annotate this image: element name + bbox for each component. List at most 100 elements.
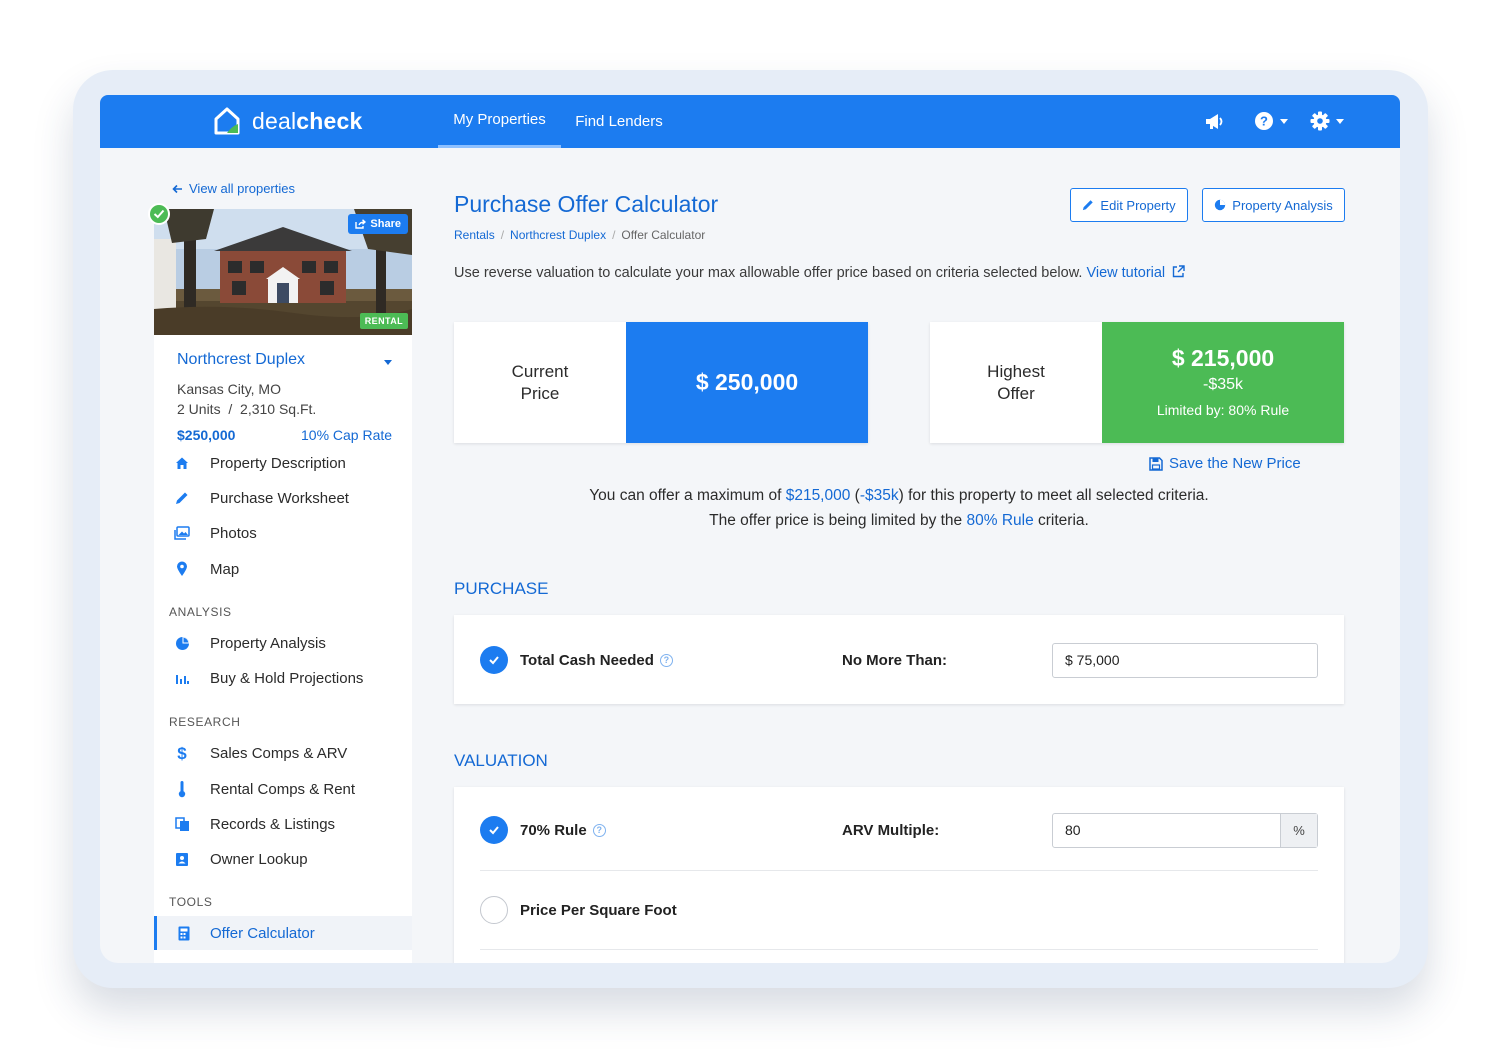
breadcrumb: Rentals / Northcrest Duplex / Offer Calc… <box>454 228 705 242</box>
breadcrumb-property[interactable]: Northcrest Duplex <box>510 228 606 242</box>
sidebar-item-buy-hold-projections[interactable]: Buy & Hold Projections <box>154 661 412 695</box>
photos-icon <box>154 526 210 540</box>
help-circle-icon[interactable]: ? <box>659 653 673 667</box>
property-sidebar: Share RENTAL Northcrest Duplex Kansas Ci… <box>154 209 412 963</box>
total-cash-needed-input[interactable]: $ 75,000 <box>1052 642 1318 678</box>
percent-addon: % <box>1280 813 1317 847</box>
analysis-heading: ANALYSIS <box>169 605 232 619</box>
pencil-icon <box>154 491 210 505</box>
bar-chart-icon <box>154 672 210 685</box>
row-divider <box>480 870 1318 871</box>
sidebar-item-sales-comps[interactable]: $ Sales Comps & ARV <box>154 736 412 770</box>
property-analysis-button[interactable]: Property Analysis <box>1202 188 1345 222</box>
contact-book-icon <box>154 852 210 867</box>
research-heading: RESEARCH <box>169 715 241 729</box>
view-all-properties-link[interactable]: View all properties <box>172 181 295 196</box>
current-price-value-box: $ 250,000 <box>626 322 868 443</box>
rental-badge: RENTAL <box>359 313 408 329</box>
current-price-caption: Current Price <box>511 361 569 403</box>
verified-check-icon <box>148 203 170 225</box>
property-photo[interactable]: Share RENTAL <box>154 209 412 335</box>
home-icon <box>154 456 210 470</box>
share-button[interactable]: Share <box>348 214 408 234</box>
sidebar-item-purchase-worksheet[interactable]: Purchase Worksheet <box>154 481 412 515</box>
summary-delta: -$35k <box>859 487 899 504</box>
page-title: Purchase Offer Calculator <box>454 191 719 217</box>
announcements-button[interactable] <box>1204 109 1226 133</box>
gear-icon <box>1310 111 1330 131</box>
megaphone-icon <box>1206 114 1223 129</box>
seventy-percent-rule-row: 70% Rule ? ARV Multiple: 80 % <box>480 805 1318 855</box>
total-cash-needed-label: Total Cash Needed ? <box>520 652 673 669</box>
price-per-square-foot-label: Price Per Square Foot <box>520 901 677 919</box>
logo-house-icon <box>214 107 240 135</box>
intro-text: Use reverse valuation to calculate your … <box>454 265 1185 281</box>
total-cash-needed-row: Total Cash Needed ? No More Than: $ 75,0… <box>480 635 1318 685</box>
thermometer-icon <box>154 780 210 798</box>
property-name[interactable]: Northcrest Duplex <box>177 351 305 369</box>
property-size: 2 Units / 2,310 Sq.Ft. <box>177 401 317 417</box>
summary-line-1: You can offer a maximum of $215,000 (-$3… <box>589 487 1209 504</box>
arv-multiple-input[interactable]: 80 % <box>1052 812 1318 848</box>
help-icon: ? <box>1255 112 1273 130</box>
settings-menu-button[interactable] <box>1310 109 1344 133</box>
highest-offer-value: $ 215,000 <box>1171 344 1275 371</box>
top-navbar: dealcheck My Properties Find Lenders ? <box>100 95 1400 148</box>
breadcrumb-rentals[interactable]: Rentals <box>454 228 495 242</box>
highest-offer-card: Highest Offer $ 215,000 -$35k Limited by… <box>930 322 1344 443</box>
sidebar-item-property-analysis[interactable]: Property Analysis <box>154 626 412 660</box>
breadcrumb-separator: / <box>500 228 505 242</box>
purchase-section-title: PURCHASE <box>454 579 549 598</box>
sidebar-item-owner-lookup[interactable]: Owner Lookup <box>154 842 412 876</box>
seventy-percent-rule-label: 70% Rule ? <box>520 822 606 839</box>
pie-chart-icon <box>154 636 210 651</box>
dollar-icon: $ <box>154 745 210 762</box>
tab-find-lenders[interactable]: Find Lenders <box>570 95 668 148</box>
current-price-card: Current Price $ 250,000 <box>454 322 868 443</box>
property-location: Kansas City, MO <box>177 381 281 397</box>
check-icon <box>489 656 499 665</box>
sidebar-item-map[interactable]: Map <box>154 552 412 586</box>
sidebar-item-offer-calculator[interactable]: Offer Calculator <box>154 916 412 950</box>
external-link-icon <box>1172 265 1185 278</box>
chevron-down-icon <box>1336 118 1344 124</box>
highest-offer-value-box: $ 215,000 -$35k Limited by: 80% Rule <box>1102 322 1344 443</box>
row-divider <box>480 949 1318 950</box>
floppy-disk-icon <box>1149 456 1163 471</box>
summary-line-2: The offer price is being limited by the … <box>709 512 1089 529</box>
summary-amount-link[interactable]: $215,000 <box>786 487 851 504</box>
sidebar-item-rental-comps[interactable]: Rental Comps & Rent <box>154 772 412 806</box>
edit-property-button[interactable]: Edit Property <box>1070 188 1188 222</box>
records-icon <box>154 816 210 832</box>
help-circle-icon[interactable]: ? <box>592 823 606 837</box>
pie-chart-icon <box>1215 199 1226 211</box>
valuation-criteria-card: 70% Rule ? ARV Multiple: 80 % Price Per … <box>454 787 1344 963</box>
arrow-left-icon <box>172 184 182 193</box>
share-icon <box>355 219 367 229</box>
highest-offer-limit: Limited by: 80% Rule <box>1156 401 1290 418</box>
app-screen: dealcheck My Properties Find Lenders ? V… <box>100 95 1400 963</box>
price-per-square-foot-row: Price Per Square Foot <box>480 885 1318 935</box>
highest-offer-caption: Highest Offer <box>987 361 1045 403</box>
limiting-rule-link[interactable]: 80% Rule <box>966 512 1033 529</box>
brand-logo[interactable]: dealcheck <box>212 105 363 137</box>
tools-heading: TOOLS <box>169 895 213 909</box>
purchase-criteria-card: Total Cash Needed ? No More Than: $ 75,0… <box>454 615 1344 704</box>
tab-my-properties[interactable]: My Properties <box>438 95 561 148</box>
current-price-value: $ 250,000 <box>695 369 799 395</box>
sidebar-item-property-description[interactable]: Property Description <box>154 446 412 480</box>
valuation-section-title: VALUATION <box>454 751 548 770</box>
price-per-square-foot-checkbox[interactable] <box>480 896 508 924</box>
save-new-price-link[interactable]: Save the New Price <box>1149 455 1301 472</box>
highest-offer-delta: -$35k <box>1202 375 1244 393</box>
help-menu-button[interactable]: ? <box>1254 109 1288 133</box>
total-cash-needed-checkbox[interactable] <box>480 646 508 674</box>
seventy-percent-rule-checkbox[interactable] <box>480 816 508 844</box>
sidebar-item-photos[interactable]: Photos <box>154 516 412 550</box>
svg-text:?: ? <box>1260 114 1268 129</box>
chevron-down-icon <box>1280 118 1288 124</box>
chevron-down-icon[interactable] <box>384 360 392 365</box>
no-more-than-label: No More Than: <box>842 651 947 669</box>
sidebar-item-records-listings[interactable]: Records & Listings <box>154 807 412 841</box>
view-tutorial-link[interactable]: View tutorial <box>1086 265 1185 281</box>
